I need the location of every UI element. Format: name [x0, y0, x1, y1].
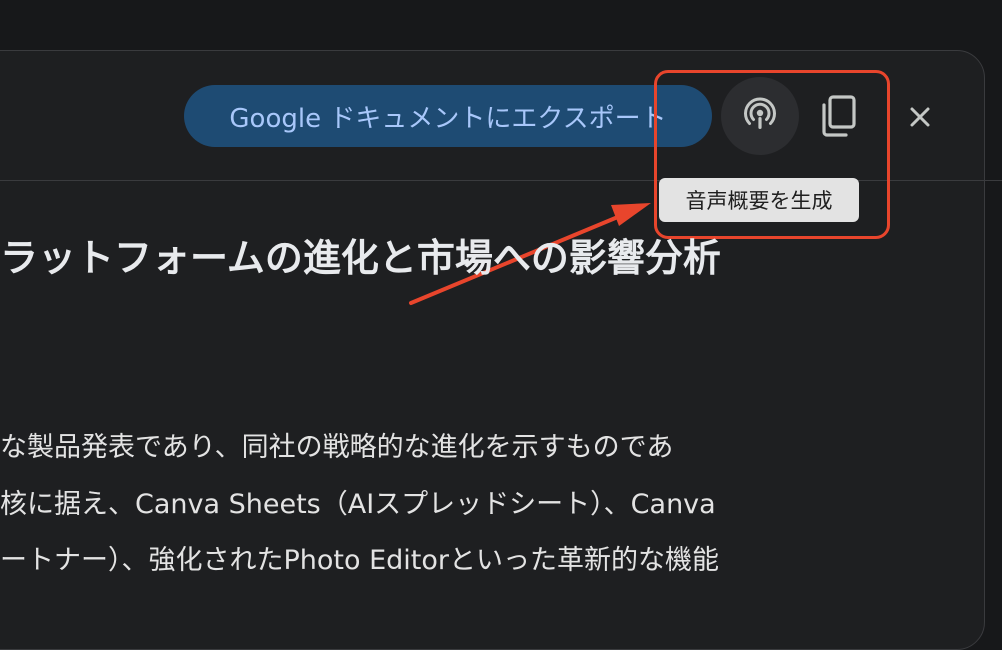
generate-audio-overview-button[interactable] — [721, 77, 799, 155]
audio-overview-tooltip: 音声概要を生成 — [659, 178, 859, 222]
body-text-line: な製品発表であり、同社の戦略的な進化を示すものであ — [0, 432, 674, 463]
copy-button[interactable] — [804, 80, 874, 152]
document-title: ラットフォームの進化と市場への影響分析 — [0, 236, 721, 280]
export-to-google-docs-button[interactable]: Google ドキュメントにエクスポート — [184, 85, 712, 147]
body-text-line: ートナー）、強化されたPhoto Editorといった革新的な機能 — [0, 545, 720, 576]
copy-icon — [822, 95, 856, 137]
close-icon — [910, 107, 930, 127]
podcast-icon — [744, 97, 776, 129]
close-button[interactable] — [895, 92, 945, 142]
body-text-line: 核に据え、Canva Sheets（AIスプレッドシート）、Canva — [0, 489, 716, 520]
